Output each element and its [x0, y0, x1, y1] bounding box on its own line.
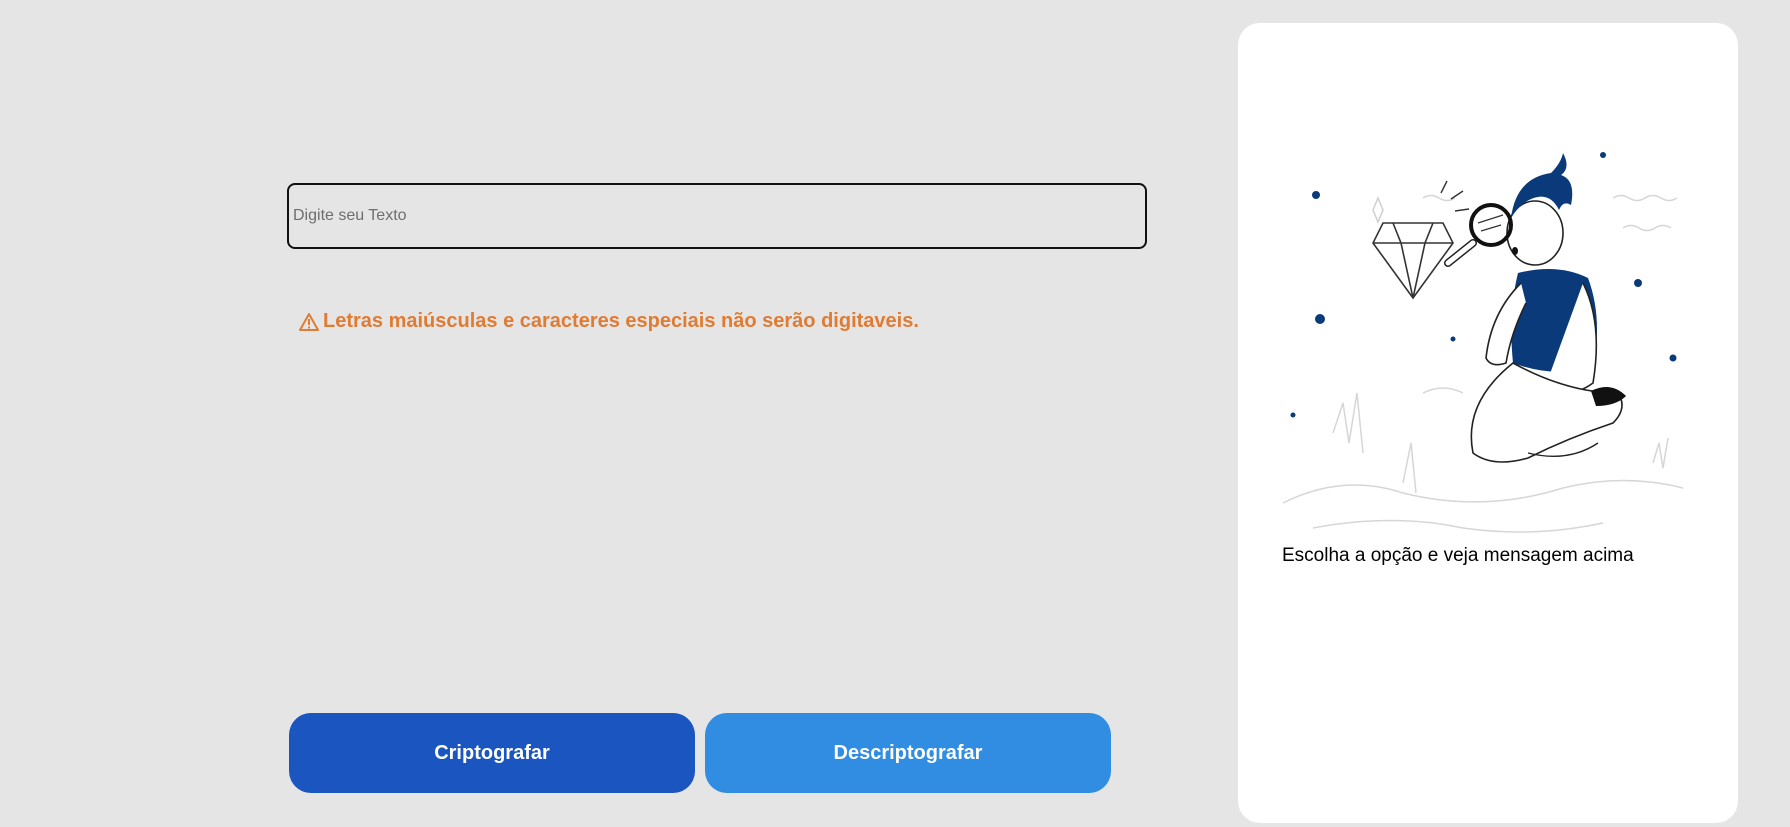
output-card: Escolha a opção e veja mensagem acima — [1238, 23, 1738, 823]
warning-text: Letras maiúsculas e caracteres especiais… — [323, 310, 919, 332]
person-with-magnifying-glass-illustration — [1282, 152, 1684, 533]
page: Letras maiúsculas e caracteres especiais… — [0, 0, 1790, 827]
text-input[interactable] — [287, 183, 1147, 249]
warning-message: Letras maiúsculas e caracteres especiais… — [299, 310, 919, 333]
output-message: Escolha a opção e veja mensagem acima — [1282, 545, 1634, 566]
encrypt-button[interactable]: Criptografar — [289, 713, 695, 793]
decrypt-button[interactable]: Descriptografar — [705, 713, 1111, 793]
warning-icon — [299, 312, 319, 331]
